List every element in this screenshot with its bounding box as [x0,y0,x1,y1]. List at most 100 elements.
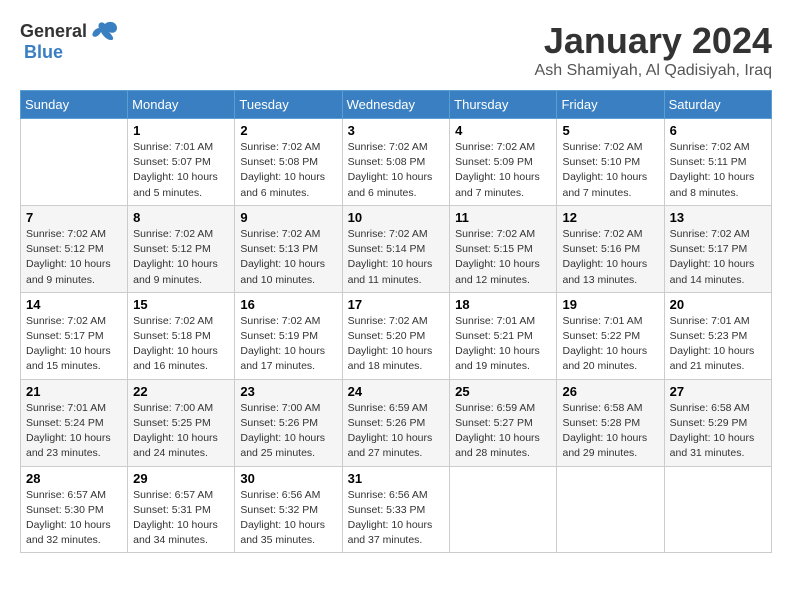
day-number: 13 [670,210,766,225]
day-cell [557,466,664,553]
day-cell: 10 Sunrise: 7:02 AMSunset: 5:14 PMDayligh… [342,205,450,292]
day-info: Sunrise: 7:02 AMSunset: 5:10 PMDaylight:… [562,140,658,201]
day-number: 12 [562,210,658,225]
day-cell: 15 Sunrise: 7:02 AMSunset: 5:18 PMDayligh… [128,292,235,379]
day-cell: 8Sunrise: 7:02 AMSunset: 5:12 PMDaylight… [128,205,235,292]
day-cell: 18Sunrise: 7:01 AMSunset: 5:21 PMDayligh… [450,292,557,379]
day-number: 18 [455,297,551,312]
day-info: Sunrise: 7:02 AMSunset: 5:18 PMDaylight:… [133,314,229,375]
calendar-body: 1 Sunrise: 7:01 AMSunset: 5:07 PMDaylight… [21,119,772,553]
day-info: Sunrise: 7:01 AMSunset: 5:22 PMDaylight:… [562,314,658,375]
day-info: Sunrise: 6:57 AMSunset: 5:31 PMDaylight:… [133,488,229,549]
logo-general-text: General [20,21,87,42]
day-number: 20 [670,297,766,312]
calendar-table: SundayMondayTuesdayWednesdayThursdayFrid… [20,90,772,553]
day-info: Sunrise: 6:58 AMSunset: 5:28 PMDaylight:… [562,401,658,462]
day-number: 26 [562,384,658,399]
day-number: 28 [26,471,122,486]
day-cell [21,119,128,206]
week-row-3: 14 Sunrise: 7:02 AMSunset: 5:17 PMDayligh… [21,292,772,379]
day-info: Sunrise: 7:02 AMSunset: 5:15 PMDaylight:… [455,227,551,288]
day-info: Sunrise: 7:02 AMSunset: 5:13 PMDaylight:… [240,227,336,288]
calendar-header: SundayMondayTuesdayWednesdayThursdayFrid… [21,91,772,119]
day-number: 15 [133,297,229,312]
day-info: Sunrise: 6:58 AMSunset: 5:29 PMDaylight:… [670,401,766,462]
day-cell: 9Sunrise: 7:02 AMSunset: 5:13 PMDaylight… [235,205,342,292]
day-info: Sunrise: 7:02 AMSunset: 5:14 PMDaylight:… [348,227,445,288]
day-number: 5 [562,123,658,138]
month-title: January 2024 [535,20,772,62]
day-cell: 27 Sunrise: 6:58 AMSunset: 5:29 PMDayligh… [664,379,771,466]
day-cell: 29 Sunrise: 6:57 AMSunset: 5:31 PMDayligh… [128,466,235,553]
day-cell: 12Sunrise: 7:02 AMSunset: 5:16 PMDayligh… [557,205,664,292]
day-info: Sunrise: 7:02 AMSunset: 5:17 PMDaylight:… [670,227,766,288]
day-number: 10 [348,210,445,225]
day-number: 19 [562,297,658,312]
logo-bird-icon [91,20,119,42]
header-monday: Monday [128,91,235,119]
day-info: Sunrise: 6:59 AMSunset: 5:26 PMDaylight:… [348,401,445,462]
day-number: 2 [240,123,336,138]
day-cell: 1 Sunrise: 7:01 AMSunset: 5:07 PMDaylight… [128,119,235,206]
day-info: Sunrise: 6:56 AMSunset: 5:32 PMDaylight:… [240,488,336,549]
week-row-5: 28 Sunrise: 6:57 AMSunset: 5:30 PMDayligh… [21,466,772,553]
day-number: 31 [348,471,445,486]
day-number: 3 [348,123,445,138]
day-number: 21 [26,384,122,399]
day-cell: 19 Sunrise: 7:01 AMSunset: 5:22 PMDayligh… [557,292,664,379]
day-cell: 26 Sunrise: 6:58 AMSunset: 5:28 PMDayligh… [557,379,664,466]
day-cell [664,466,771,553]
day-info: Sunrise: 7:01 AMSunset: 5:07 PMDaylight:… [133,140,229,201]
day-number: 16 [240,297,336,312]
day-info: Sunrise: 7:02 AMSunset: 5:17 PMDaylight:… [26,314,122,375]
day-cell: 7 Sunrise: 7:02 AMSunset: 5:12 PMDaylight… [21,205,128,292]
day-cell: 4Sunrise: 7:02 AMSunset: 5:09 PMDaylight… [450,119,557,206]
header-friday: Friday [557,91,664,119]
day-cell: 28 Sunrise: 6:57 AMSunset: 5:30 PMDayligh… [21,466,128,553]
day-number: 29 [133,471,229,486]
header-sunday: Sunday [21,91,128,119]
day-number: 24 [348,384,445,399]
day-cell: 25Sunrise: 6:59 AMSunset: 5:27 PMDayligh… [450,379,557,466]
day-cell: 22Sunrise: 7:00 AMSunset: 5:25 PMDayligh… [128,379,235,466]
day-cell: 16 Sunrise: 7:02 AMSunset: 5:19 PMDayligh… [235,292,342,379]
header-saturday: Saturday [664,91,771,119]
day-cell: 2 Sunrise: 7:02 AMSunset: 5:08 PMDaylight… [235,119,342,206]
day-number: 8 [133,210,229,225]
day-cell: 3 Sunrise: 7:02 AMSunset: 5:08 PMDaylight… [342,119,450,206]
day-number: 11 [455,210,551,225]
page-header: General Blue January 2024 Ash Shamiyah, … [20,20,772,80]
header-wednesday: Wednesday [342,91,450,119]
day-cell: 31Sunrise: 6:56 AMSunset: 5:33 PMDayligh… [342,466,450,553]
day-number: 30 [240,471,336,486]
day-info: Sunrise: 7:02 AMSunset: 5:12 PMDaylight:… [26,227,122,288]
day-info: Sunrise: 7:02 AMSunset: 5:19 PMDaylight:… [240,314,336,375]
day-info: Sunrise: 7:00 AMSunset: 5:26 PMDaylight:… [240,401,336,462]
day-cell: 24 Sunrise: 6:59 AMSunset: 5:26 PMDayligh… [342,379,450,466]
day-info: Sunrise: 7:01 AMSunset: 5:24 PMDaylight:… [26,401,122,462]
day-number: 14 [26,297,122,312]
title-section: January 2024 Ash Shamiyah, Al Qadisiyah,… [535,20,772,80]
day-number: 7 [26,210,122,225]
day-cell: 30 Sunrise: 6:56 AMSunset: 5:32 PMDayligh… [235,466,342,553]
logo-blue-text: Blue [24,42,63,62]
day-cell: 13 Sunrise: 7:02 AMSunset: 5:17 PMDayligh… [664,205,771,292]
week-row-2: 7 Sunrise: 7:02 AMSunset: 5:12 PMDaylight… [21,205,772,292]
day-cell: 23 Sunrise: 7:00 AMSunset: 5:26 PMDayligh… [235,379,342,466]
logo: General Blue [20,20,119,63]
day-cell [450,466,557,553]
day-cell: 20Sunrise: 7:01 AMSunset: 5:23 PMDayligh… [664,292,771,379]
day-number: 25 [455,384,551,399]
day-info: Sunrise: 7:02 AMSunset: 5:20 PMDaylight:… [348,314,445,375]
day-info: Sunrise: 7:00 AMSunset: 5:25 PMDaylight:… [133,401,229,462]
day-cell: 17Sunrise: 7:02 AMSunset: 5:20 PMDayligh… [342,292,450,379]
day-number: 27 [670,384,766,399]
day-info: Sunrise: 7:02 AMSunset: 5:08 PMDaylight:… [240,140,336,201]
day-number: 6 [670,123,766,138]
day-number: 1 [133,123,229,138]
day-info: Sunrise: 7:02 AMSunset: 5:08 PMDaylight:… [348,140,445,201]
day-number: 23 [240,384,336,399]
header-tuesday: Tuesday [235,91,342,119]
location: Ash Shamiyah, Al Qadisiyah, Iraq [535,62,772,80]
day-info: Sunrise: 6:57 AMSunset: 5:30 PMDaylight:… [26,488,122,549]
